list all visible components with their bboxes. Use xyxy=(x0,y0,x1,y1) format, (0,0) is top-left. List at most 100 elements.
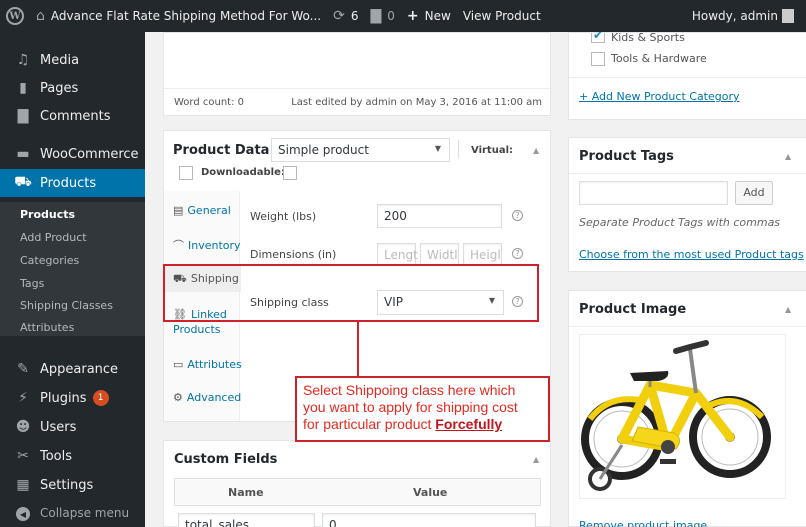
annotation-connector xyxy=(357,321,359,377)
submenu-add-product[interactable]: Add Product xyxy=(20,231,87,244)
bicycle-image xyxy=(581,340,771,491)
admin-bar: W ⌂ Advance Flat Rate Shipping Method Fo… xyxy=(0,0,806,32)
tab-attributes[interactable]: ▭ Attributes xyxy=(173,358,248,371)
avatar xyxy=(782,9,794,23)
last-edited: Last edited by admin on May 3, 2016 at 1… xyxy=(291,97,542,108)
menu-settings[interactable]: ▦ Settings xyxy=(0,471,145,499)
submenu-attributes[interactable]: Attributes xyxy=(20,321,74,334)
submenu-shipping-classes[interactable]: Shipping Classes xyxy=(20,299,113,312)
attributes-icon: ▭ xyxy=(173,358,184,371)
pages-icon: ▮ xyxy=(19,80,27,96)
remove-product-image-link[interactable]: Remove product image xyxy=(579,519,707,527)
wrench-icon: ✂ xyxy=(17,448,29,464)
gear-icon: ⚙ xyxy=(173,391,183,404)
width-input[interactable]: Widtl xyxy=(420,243,459,266)
product-categories-box: ✔ Kids & Sports Tools & Hardware + Add N… xyxy=(568,28,806,120)
tag-input[interactable] xyxy=(579,181,728,205)
length-input[interactable]: Lengt xyxy=(377,243,418,266)
weight-label: Weight (lbs) xyxy=(250,210,317,223)
downloadable-label: Downloadable: xyxy=(201,167,285,178)
product-image-title: Product Image xyxy=(579,302,687,317)
height-input[interactable]: Heigl xyxy=(463,243,502,266)
toggle-arrow-icon[interactable]: ▲ xyxy=(533,455,539,464)
custom-field-value-input[interactable]: 0 xyxy=(322,513,536,527)
view-product-link[interactable]: View Product xyxy=(457,0,547,32)
woocommerce-icon: ▬ xyxy=(16,146,30,162)
brush-icon: ✎ xyxy=(17,361,29,377)
collapse-menu-button[interactable]: ◀ Collapse menu xyxy=(0,499,145,527)
product-tags-box: Product Tags ▲ Add Separate Product Tags… xyxy=(568,137,806,272)
tags-hint: Separate Product Tags with commas xyxy=(579,216,781,229)
product-image-thumbnail[interactable] xyxy=(579,334,786,499)
comment-icon: ▇ xyxy=(370,8,382,24)
annotation-highlight xyxy=(163,264,539,322)
custom-fields-title: Custom Fields xyxy=(174,452,278,467)
category-item: Kids & Sports xyxy=(611,31,685,44)
submenu-categories[interactable]: Categories xyxy=(20,254,79,267)
category-checkbox-checked[interactable]: ✔ xyxy=(591,28,605,43)
collapse-icon: ◀ xyxy=(14,505,32,522)
new-content-link[interactable]: + New xyxy=(401,0,457,32)
products-submenu: Products Add Product Categories Tags Shi… xyxy=(0,202,145,336)
comments-icon: ▇ xyxy=(17,108,29,124)
help-icon[interactable]: ? xyxy=(512,210,523,221)
site-name-link[interactable]: ⌂ Advance Flat Rate Shipping Method For … xyxy=(30,0,327,32)
menu-products[interactable]: ⛟ Products xyxy=(0,169,145,197)
add-new-category-link[interactable]: + Add New Product Category xyxy=(579,90,740,103)
menu-media[interactable]: ♫ Media xyxy=(0,46,145,74)
menu-woocommerce[interactable]: ▬ WooCommerce xyxy=(0,140,145,168)
menu-plugins[interactable]: ⚡ Plugins 1 xyxy=(0,384,145,412)
editor-box: Word count: 0 Last edited by admin on Ma… xyxy=(163,32,551,116)
chevron-down-icon: ▼ xyxy=(434,144,441,153)
toggle-arrow-icon[interactable]: ▲ xyxy=(785,152,791,161)
category-checkbox[interactable] xyxy=(591,52,605,66)
virtual-checkbox[interactable] xyxy=(179,166,193,180)
add-tag-button[interactable]: Add xyxy=(735,181,773,205)
menu-pages[interactable]: ▮ Pages xyxy=(0,74,145,102)
help-icon[interactable]: ? xyxy=(512,248,523,259)
tab-advanced[interactable]: ⚙ Advanced xyxy=(173,391,248,404)
product-tags-title: Product Tags xyxy=(579,149,674,164)
account-menu[interactable]: Howdy, admin xyxy=(692,0,794,32)
wordpress-logo-icon[interactable]: W xyxy=(0,0,30,32)
choose-most-used-tags-link[interactable]: Choose from the most used Product tags xyxy=(579,248,804,261)
updates-link[interactable]: ⟳ 6 xyxy=(327,0,364,32)
menu-appearance[interactable]: ✎ Appearance xyxy=(0,355,145,383)
weight-input[interactable]: 200 xyxy=(377,204,502,228)
annotation-callout: Select Shippoing class here which you wa… xyxy=(295,376,550,442)
menu-tools[interactable]: ✂ Tools xyxy=(0,442,145,470)
toggle-arrow-icon[interactable]: ▲ xyxy=(785,305,791,314)
virtual-label: Virtual: xyxy=(471,145,513,156)
custom-fields-box: Custom Fields ▲ Name Value total_sales 0 xyxy=(163,440,551,527)
custom-field-name-input[interactable]: total_sales xyxy=(178,513,315,527)
product-image-box: Product Image ▲ Remove product image xyxy=(568,290,806,527)
dimensions-label: Dimensions (in) xyxy=(250,248,337,261)
users-icon: ☻ xyxy=(15,419,31,435)
submenu-products[interactable]: Products xyxy=(20,208,75,221)
menu-users[interactable]: ☻ Users xyxy=(0,413,145,441)
toggle-arrow-icon[interactable]: ▲ xyxy=(533,146,539,155)
home-icon: ⌂ xyxy=(36,8,45,24)
cart-icon: ⛟ xyxy=(14,174,32,190)
updates-icon: ⟳ xyxy=(333,8,345,24)
media-icon: ♫ xyxy=(16,52,30,68)
tab-general[interactable]: ▤ General xyxy=(173,204,248,217)
plugin-icon: ⚡ xyxy=(18,390,28,406)
plugins-update-badge: 1 xyxy=(92,390,109,406)
inventory-icon: ⌒ xyxy=(173,239,184,252)
admin-sidebar: ♫ Media ▮ Pages ▇ Comments ▬ WooCommerce ⛟ Pr… xyxy=(0,32,145,527)
product-data-title: Product Data — xyxy=(173,143,287,158)
product-type-select[interactable]: Simple product ▼ xyxy=(271,138,450,162)
column-value-header: Value xyxy=(413,486,448,499)
column-name-header: Name xyxy=(228,486,264,499)
word-count: Word count: 0 xyxy=(174,97,245,108)
comments-link[interactable]: ▇ 0 xyxy=(364,0,400,32)
plus-icon: + xyxy=(406,8,419,24)
menu-comments[interactable]: ▇ Comments xyxy=(0,102,145,130)
category-item: Tools & Hardware xyxy=(611,52,707,65)
tab-inventory[interactable]: ⌒ Inventory xyxy=(173,237,248,253)
settings-icon: ▦ xyxy=(16,477,30,493)
general-icon: ▤ xyxy=(173,204,184,217)
downloadable-checkbox[interactable] xyxy=(283,166,297,180)
submenu-tags[interactable]: Tags xyxy=(20,277,44,290)
